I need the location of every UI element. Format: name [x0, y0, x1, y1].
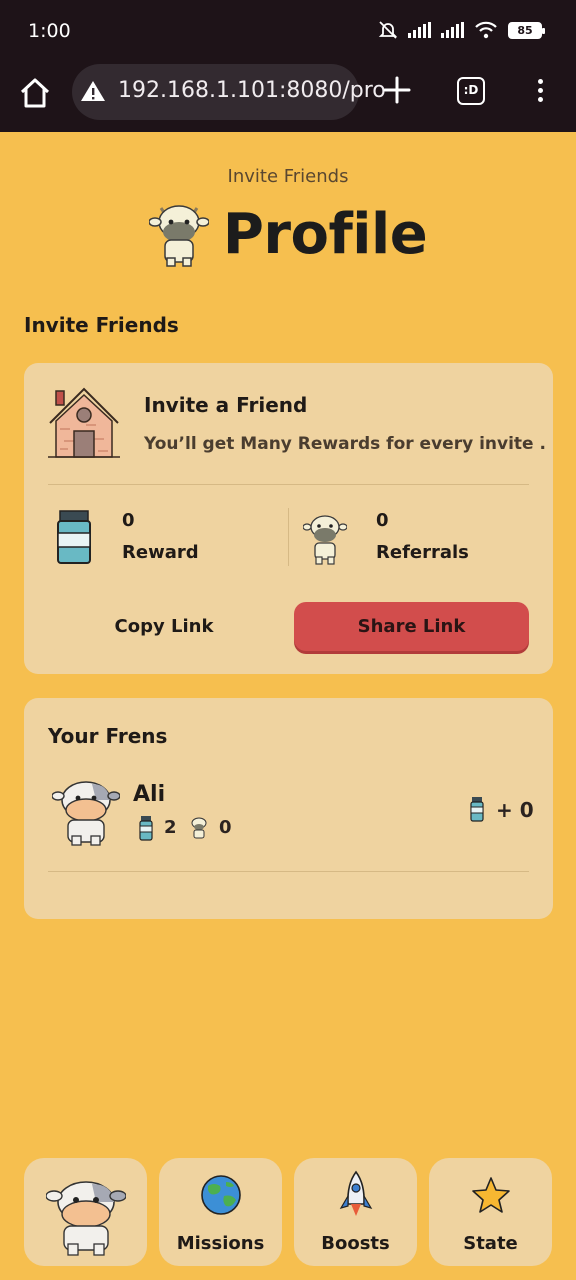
reward-label: Reward: [122, 542, 199, 563]
nav-state[interactable]: State: [429, 1158, 552, 1266]
cow-icon: [148, 205, 209, 267]
invite-card: Invite a Friend You’ll get Many Rewards …: [24, 363, 553, 674]
nav-label-state: State: [463, 1233, 518, 1254]
referrals-value: 0: [376, 510, 389, 531]
browser-toolbar: 192.168.1.101:8080/pro :D: [0, 64, 576, 132]
copy-link-button[interactable]: Copy Link: [48, 602, 280, 651]
warning-icon[interactable]: [80, 79, 106, 103]
url-text[interactable]: 192.168.1.101:8080/pro: [118, 78, 386, 103]
signal-icon: [408, 22, 431, 38]
signal-icon-2: [441, 22, 464, 38]
wifi-icon: [475, 21, 497, 39]
page-subtitle: Invite Friends: [227, 166, 349, 187]
fren-milk-count: 2: [164, 817, 177, 838]
milk-icon: [470, 797, 484, 822]
section-heading: Invite Friends: [24, 313, 179, 337]
avatar: [52, 781, 120, 846]
cow-icon: [303, 515, 347, 565]
divider: [48, 871, 529, 872]
globe-icon: [200, 1175, 241, 1215]
frens-title: Your Frens: [48, 724, 168, 748]
plus-icon[interactable]: [381, 74, 413, 106]
stat-divider: [288, 508, 289, 566]
home-icon[interactable]: [18, 76, 52, 110]
title-row: Profile: [0, 200, 576, 268]
share-link-button[interactable]: Share Link: [294, 602, 529, 651]
divider: [48, 484, 529, 485]
nav-missions[interactable]: Missions: [159, 1158, 282, 1266]
star-icon: [471, 1177, 510, 1213]
milk-icon: [57, 510, 91, 564]
fren-reward: + 0: [496, 798, 534, 822]
invite-title: Invite a Friend: [144, 393, 308, 417]
house-icon: [48, 387, 120, 458]
mute-bell-icon: [378, 21, 398, 39]
page-title: Profile: [222, 201, 428, 267]
nav-label-missions: Missions: [176, 1233, 265, 1254]
cow-icon: [45, 1181, 126, 1256]
milk-icon: [139, 816, 153, 841]
nav-boosts[interactable]: Boosts: [294, 1158, 417, 1266]
referrals-label: Referrals: [376, 542, 469, 563]
invite-description: You’ll get Many Rewards for every invite…: [144, 434, 546, 454]
rocket-icon: [339, 1170, 372, 1216]
fren-name: Ali: [133, 782, 166, 807]
cow-icon: [191, 817, 207, 839]
reward-value: 0: [122, 510, 135, 531]
battery-icon: 85: [508, 21, 545, 39]
fren-cow-count: 0: [219, 817, 232, 838]
address-bar[interactable]: 192.168.1.101:8080/pro: [72, 64, 386, 120]
nav-profile[interactable]: [24, 1158, 147, 1266]
frens-card: Your Frens Ali 2 0 + 0: [24, 698, 553, 919]
status-icons: 85: [378, 20, 545, 40]
more-icon[interactable]: [530, 76, 550, 108]
nav-label-boosts: Boosts: [321, 1233, 390, 1254]
status-bar: 1:00 85: [0, 0, 576, 64]
tabs-icon[interactable]: :D: [457, 77, 485, 105]
status-time: 1:00: [28, 20, 71, 42]
